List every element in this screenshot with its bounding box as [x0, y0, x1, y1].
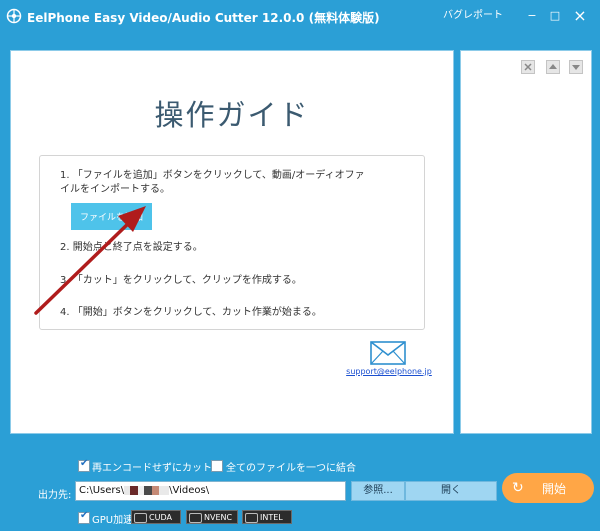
- title-bar: EelPhone Easy Video/Audio Cutter 12.0.0 …: [0, 0, 600, 34]
- close-button[interactable]: ×: [570, 6, 590, 26]
- app-logo-icon: [6, 8, 22, 24]
- step-4: 4. 「開始」ボタンをクリックして、カット作業が始まる。: [60, 307, 322, 318]
- support-email-link[interactable]: support@eelphone.jp: [344, 367, 434, 376]
- intel-badge: INTEL: [242, 510, 292, 524]
- bug-report-button[interactable]: バグレポート: [443, 6, 503, 26]
- no-reencode-label: 再エンコードせずにカット: [92, 463, 212, 474]
- step-1-line-2: イルをインポートする。: [60, 184, 170, 195]
- window-title: EelPhone Easy Video/Audio Cutter 12.0.0 …: [27, 11, 380, 25]
- merge-all-checkbox[interactable]: [211, 460, 223, 472]
- merge-all-label: 全てのファイルを一つに結合: [226, 463, 356, 474]
- mail-icon[interactable]: [370, 341, 406, 365]
- guide-title: 操作ガイド: [154, 98, 310, 132]
- output-path-field[interactable]: C:\Users\ \Videos\: [75, 481, 346, 501]
- gpu-accel-label: GPU加速: [92, 515, 134, 526]
- gpu-chip-icon: [134, 513, 147, 523]
- gpu-accel-checkbox[interactable]: ✔: [78, 510, 90, 524]
- move-down-icon[interactable]: [569, 60, 583, 74]
- start-label: 開始: [542, 482, 567, 496]
- open-folder-button[interactable]: 開く: [405, 481, 497, 501]
- step-1-line-1: 1. 「ファイルを追加」ボタンをクリックして、動画/オーディオファ: [60, 170, 365, 181]
- nvenc-badge: NVENC: [186, 510, 238, 524]
- step-2: 2. 開始点と終了点を設定する。: [60, 242, 203, 253]
- move-up-icon[interactable]: [546, 60, 560, 74]
- delete-icon[interactable]: [521, 60, 535, 74]
- guide-steps-box: 1. 「ファイルを追加」ボタンをクリックして、動画/オーディオファ イルをインポ…: [39, 155, 425, 330]
- gpu-chip-icon: [245, 513, 258, 523]
- start-button[interactable]: ↻ 開始: [502, 473, 594, 503]
- add-file-button[interactable]: ファイルを追加: [71, 203, 152, 230]
- output-path-prefix: C:\Users\: [79, 485, 125, 496]
- gpu-chip-icon: [189, 513, 202, 523]
- refresh-icon: ↻: [512, 480, 524, 496]
- minimize-button[interactable]: −: [522, 6, 542, 26]
- output-label: 出力先:: [38, 490, 72, 501]
- browse-button[interactable]: 参照...: [351, 481, 405, 501]
- cuda-badge: CUDA: [131, 510, 181, 524]
- side-panel: [460, 50, 592, 434]
- no-reencode-checkbox[interactable]: ✔: [78, 458, 90, 472]
- guide-panel: 操作ガイド 1. 「ファイルを追加」ボタンをクリックして、動画/オーディオファ …: [10, 50, 454, 434]
- maximize-button[interactable]: □: [545, 6, 565, 26]
- step-3: 3. 「カット」をクリックして、クリップを作成する。: [60, 275, 302, 286]
- output-path-suffix: \Videos\: [169, 485, 210, 496]
- support-contact: support@eelphone.jp: [344, 341, 434, 381]
